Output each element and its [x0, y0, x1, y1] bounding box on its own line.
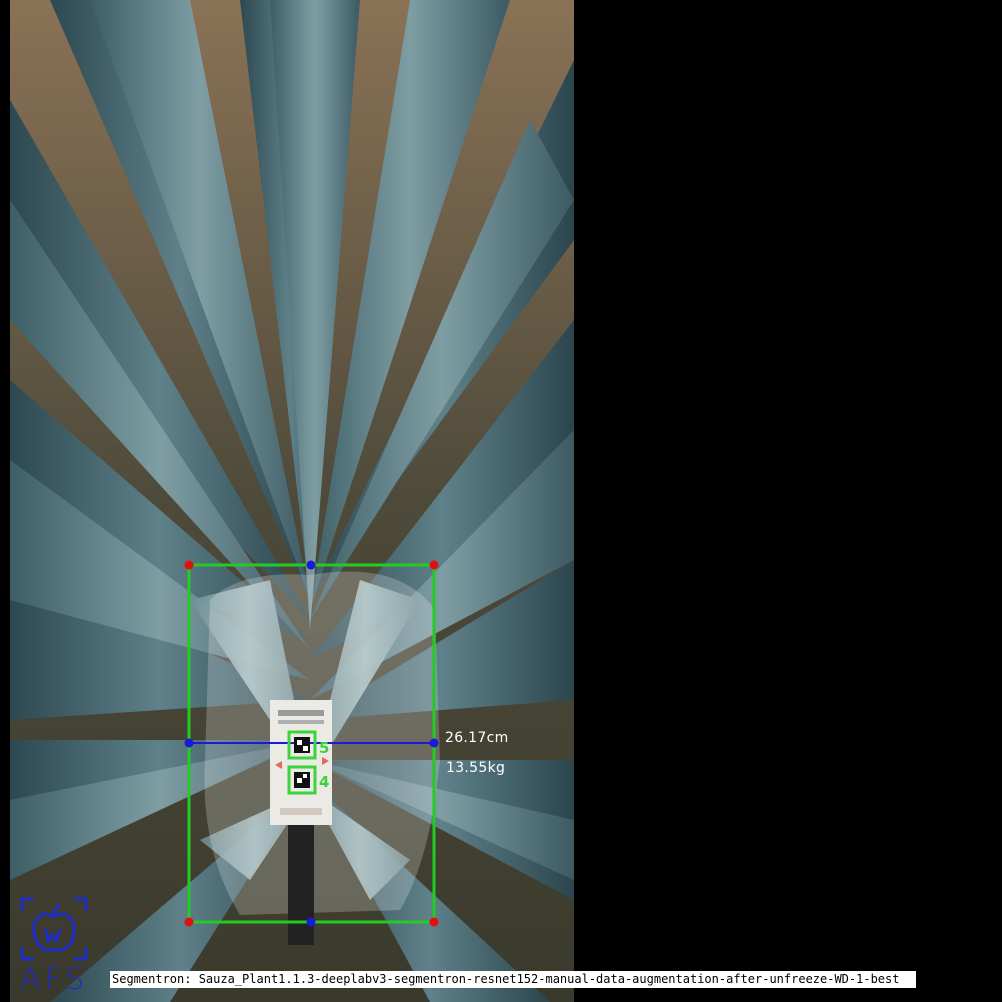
weight-measurement: 13.55kg	[446, 760, 506, 776]
width-measurement: 26.17cm	[445, 730, 509, 746]
plant-photo	[10, 0, 574, 1002]
marker-label-4: 4	[319, 773, 330, 791]
logo-text: AFS	[20, 962, 89, 997]
marker-label-5: 5	[319, 739, 330, 757]
model-label: Segmentron: Sauza_Plant1.1.3-deeplabv3-s…	[110, 971, 916, 988]
